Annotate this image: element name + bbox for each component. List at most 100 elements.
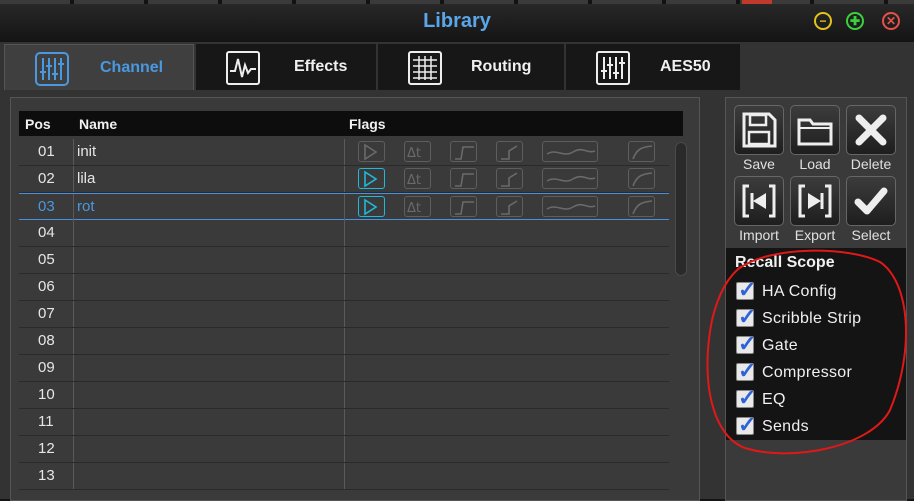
snapshot-list-panel: Pos Name Flags 01 init Δt 02 lila Δt 03 rot Δt 04…	[10, 97, 700, 501]
row-pos: 08	[38, 332, 55, 349]
minus-icon: −	[819, 14, 827, 28]
recall-scope-label: HA Config	[762, 283, 837, 300]
name-cell	[74, 166, 345, 192]
row-pos: 09	[38, 359, 55, 376]
name-cell	[74, 194, 345, 220]
row-pos: 07	[38, 305, 55, 322]
close-button[interactable]: ✕	[882, 12, 900, 30]
save-label: Save	[743, 156, 775, 172]
checkbox[interactable]: ✓	[736, 304, 756, 329]
delete-button[interactable]	[846, 105, 896, 155]
checkmark-icon: ✓	[738, 385, 757, 410]
recall-scope-title: Recall Scope	[735, 254, 835, 271]
top-stripe	[0, 0, 914, 4]
export-label: Export	[794, 227, 836, 243]
play-icon	[358, 168, 385, 189]
tab-aes50-label: AES50	[660, 58, 711, 75]
delta-t-icon: Δt	[404, 141, 431, 162]
name-cell	[74, 436, 345, 462]
table-row[interactable]: 11	[19, 409, 669, 436]
select-label: Select	[851, 227, 891, 243]
import-label: Import	[739, 227, 779, 243]
checkmark-icon: ✓	[738, 331, 757, 356]
name-cell	[74, 139, 345, 165]
checkmark-icon: ✓	[738, 358, 757, 383]
checkbox[interactable]: ✓	[736, 277, 756, 302]
row-pos: 11	[38, 413, 54, 430]
table-row[interactable]: 08	[19, 328, 669, 355]
load-label: Load	[799, 156, 831, 172]
tab-effects[interactable]: Effects	[196, 44, 376, 90]
tab-effects-label: Effects	[294, 58, 348, 75]
tools-panel: Save Load Delete Import Export Select Re…	[725, 97, 907, 501]
eq-curve-icon	[542, 196, 598, 217]
recall-scope-label: Gate	[762, 337, 798, 354]
recall-scope-label: Scribble Strip	[762, 310, 862, 327]
import-button[interactable]	[734, 176, 784, 226]
row-pos: 06	[38, 278, 55, 295]
channel-faders-icon	[35, 52, 69, 86]
aes50-faders-icon	[596, 51, 630, 85]
table-row[interactable]: 01 init Δt	[19, 139, 669, 166]
table-row[interactable]: 04	[19, 220, 669, 247]
header-pos: Pos	[25, 116, 51, 132]
tab-aes50[interactable]: AES50	[566, 44, 740, 90]
save-button[interactable]	[734, 105, 784, 155]
eq-curve-icon	[542, 141, 598, 162]
title-bar: Library − ✚ ✕	[0, 0, 914, 43]
delta-t-icon: Δt	[404, 168, 431, 189]
gate-curve-icon	[450, 168, 477, 189]
list-scrollbar[interactable]	[675, 142, 687, 276]
snapshot-rows: 01 init Δt 02 lila Δt 03 rot Δt 04 05 06 07 08 09 10 11 1…	[19, 139, 669, 490]
name-cell	[74, 274, 345, 300]
export-button[interactable]	[790, 176, 840, 226]
table-row[interactable]: 12	[19, 436, 669, 463]
checkbox[interactable]: ✓	[736, 412, 756, 437]
recall-scope-panel: Recall Scope ✓ HA Config ✓ Scribble Strip ✓ G…	[726, 248, 906, 440]
import-icon	[742, 184, 776, 218]
header-flags: Flags	[349, 116, 386, 132]
row-pos: 01	[38, 143, 55, 160]
effects-wave-icon	[226, 51, 260, 85]
load-button[interactable]	[790, 105, 840, 155]
eq-curve-icon	[542, 168, 598, 189]
checkbox[interactable]: ✓	[736, 331, 756, 356]
window-title: Library	[423, 10, 491, 32]
name-cell	[74, 328, 345, 354]
delete-label: Delete	[850, 156, 892, 172]
minimize-button[interactable]: −	[814, 12, 832, 30]
table-row[interactable]: 06	[19, 274, 669, 301]
table-row[interactable]: 03 rot Δt	[19, 193, 669, 220]
name-cell	[74, 301, 345, 327]
select-button[interactable]	[846, 176, 896, 226]
compressor-curve-icon	[496, 168, 523, 189]
table-row[interactable]: 05	[19, 247, 669, 274]
top-stripe-marker	[742, 0, 772, 4]
list-header: Pos Name Flags	[19, 111, 683, 136]
table-row[interactable]: 07	[19, 301, 669, 328]
table-row[interactable]: 02 lila Δt	[19, 166, 669, 193]
table-row[interactable]: 10	[19, 382, 669, 409]
dynamics-curve-icon	[628, 196, 655, 217]
name-cell	[74, 463, 345, 489]
checkmark-icon: ✓	[738, 304, 757, 329]
pin-icon: ✚	[849, 14, 861, 28]
recall-scope-label: Compressor	[762, 364, 853, 381]
row-name: lila	[77, 170, 96, 187]
play-icon	[358, 196, 385, 217]
table-row[interactable]: 09	[19, 355, 669, 382]
checkbox[interactable]: ✓	[736, 358, 756, 383]
close-icon: ✕	[885, 14, 897, 28]
play-icon	[358, 141, 385, 162]
name-cell	[74, 220, 345, 246]
gate-curve-icon	[450, 196, 477, 217]
svg-text:Δt: Δt	[407, 146, 421, 161]
export-icon	[798, 184, 832, 218]
table-row[interactable]: 13	[19, 463, 669, 490]
svg-text:Δt: Δt	[407, 173, 421, 188]
checkbox[interactable]: ✓	[736, 385, 756, 410]
tab-routing[interactable]: Routing	[378, 44, 564, 90]
maximize-button[interactable]: ✚	[846, 12, 864, 30]
row-name: init	[77, 143, 97, 160]
tab-channel[interactable]: Channel	[4, 44, 194, 90]
